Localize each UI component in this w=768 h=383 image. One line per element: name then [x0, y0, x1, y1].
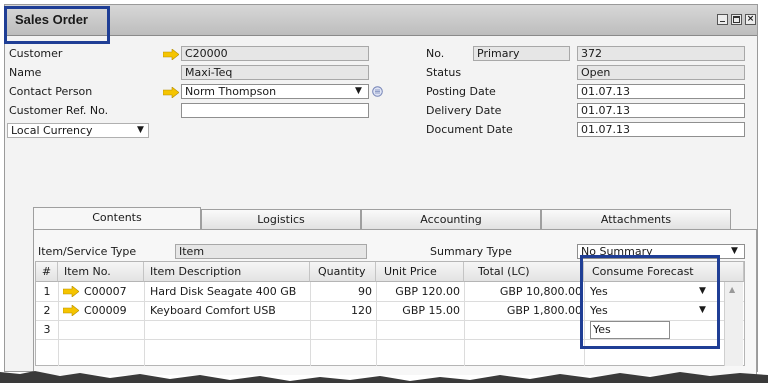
row-number: 2 [43, 304, 51, 317]
currency-select[interactable]: Local Currency [7, 123, 149, 138]
document-date-label: Document Date [426, 123, 513, 136]
maximize-icon[interactable] [731, 14, 742, 25]
summary-type-label: Summary Type [430, 245, 512, 258]
minimize-icon[interactable] [717, 14, 728, 25]
series-field[interactable]: Primary [473, 46, 570, 61]
tab-attachments[interactable]: Attachments [541, 209, 731, 229]
total-cell[interactable]: GBP 1,800.00 [464, 301, 582, 320]
column-header-quantity[interactable]: Quantity [310, 262, 376, 282]
unit-price-cell[interactable]: GBP 120.00 [376, 282, 460, 301]
document-number-field[interactable]: 372 [577, 46, 745, 61]
tab-contents-label: Contents [92, 211, 142, 224]
row-number: 1 [43, 285, 51, 298]
customer-label: Customer [9, 47, 63, 60]
close-icon[interactable]: × [745, 14, 756, 25]
status-label: Status [426, 66, 462, 79]
title-highlight-box [4, 6, 110, 44]
quantity-cell[interactable]: 90 [310, 282, 372, 301]
grid-divider [144, 282, 145, 366]
scroll-up-icon[interactable]: ▲ [729, 285, 735, 294]
delivery-date-label: Delivery Date [426, 104, 502, 117]
link-arrow-icon[interactable] [163, 49, 179, 60]
link-arrow-icon[interactable] [163, 87, 179, 98]
quantity-cell[interactable]: 120 [310, 301, 372, 320]
tab-attachments-label: Attachments [600, 213, 672, 226]
name-label: Name [9, 66, 42, 79]
no-label: No. [426, 47, 445, 60]
status-field: Open [577, 65, 745, 80]
grid-divider [58, 282, 59, 366]
tab-contents[interactable]: Contents [33, 207, 201, 229]
column-header-total[interactable]: Total (LC) [464, 262, 584, 282]
tab-logistics-label: Logistics [257, 213, 305, 226]
column-header-unit-price[interactable]: Unit Price [376, 262, 464, 282]
customer-ref-label: Customer Ref. No. [9, 104, 109, 117]
description-cell[interactable]: Keyboard Comfort USB [150, 301, 276, 320]
unit-price-cell[interactable]: GBP 15.00 [376, 301, 460, 320]
row-number: 3 [43, 323, 51, 336]
title-bar: Sales Order × [5, 5, 757, 36]
document-date-input[interactable]: 01.07.13 [577, 122, 745, 137]
item-type-field[interactable]: Item [175, 244, 367, 259]
currency-value: Local Currency [11, 124, 93, 137]
dropdown-arrow-icon[interactable]: ▼ [355, 86, 362, 96]
dropdown-arrow-icon[interactable]: ▼ [731, 246, 738, 256]
contact-person-select[interactable]: Norm Thompson [181, 84, 369, 99]
grid-scrollbar[interactable]: ▲ [724, 282, 743, 366]
total-cell[interactable]: GBP 10,800.00 [464, 282, 582, 301]
column-header-item-no[interactable]: Item No. [58, 262, 144, 282]
customer-field[interactable]: C20000 [181, 46, 369, 61]
customer-ref-input[interactable] [181, 103, 369, 118]
delivery-date-input[interactable]: 01.07.13 [577, 103, 745, 118]
tab-accounting-label: Accounting [420, 213, 482, 226]
posting-date-label: Posting Date [426, 85, 496, 98]
tab-logistics[interactable]: Logistics [201, 209, 361, 229]
column-header-description[interactable]: Item Description [144, 262, 310, 282]
link-arrow-icon[interactable] [63, 305, 79, 316]
description-cell[interactable]: Hard Disk Seagate 400 GB [150, 282, 296, 301]
torn-edge [0, 371, 768, 383]
details-icon[interactable] [372, 86, 383, 97]
dropdown-arrow-icon[interactable]: ▼ [137, 125, 144, 135]
contact-person-label: Contact Person [9, 85, 93, 98]
name-field[interactable]: Maxi-Teq [181, 65, 369, 80]
column-header-number[interactable]: # [36, 262, 58, 282]
consume-forecast-highlight-box [580, 255, 720, 349]
item-no-cell[interactable]: C00009 [84, 301, 127, 320]
item-no-cell[interactable]: C00007 [84, 282, 127, 301]
tab-accounting[interactable]: Accounting [361, 209, 541, 229]
link-arrow-icon[interactable] [63, 286, 79, 297]
posting-date-input[interactable]: 01.07.13 [577, 84, 745, 99]
contact-person-value: Norm Thompson [185, 85, 277, 98]
item-type-label: Item/Service Type [38, 245, 137, 258]
